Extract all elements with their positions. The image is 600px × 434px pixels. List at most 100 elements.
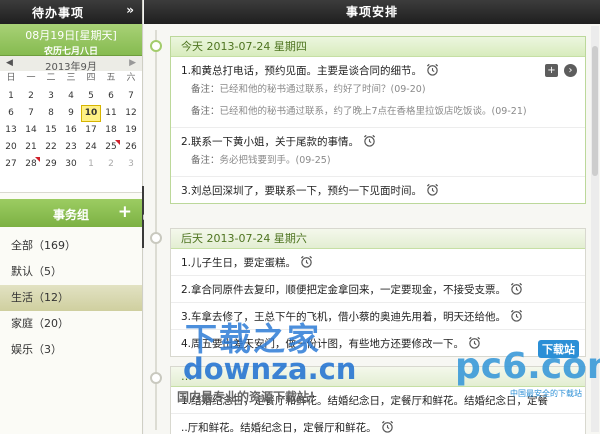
calendar-day[interactable]: 23 bbox=[61, 139, 81, 156]
weekday-label: 五 bbox=[106, 73, 116, 83]
calendar-day[interactable]: 22 bbox=[41, 139, 61, 156]
calendar-day[interactable]: 15 bbox=[41, 122, 61, 139]
calendar-day[interactable]: 4 bbox=[61, 88, 81, 105]
calendar-day[interactable]: 8 bbox=[41, 105, 61, 122]
task-line: 4.周五要出差天安门，做一份计图，有些地方还要修改一下。 bbox=[181, 336, 577, 352]
note-label: 备注： bbox=[191, 155, 220, 166]
mini-calendar: ◀ 2013年9月 ▶ 日一二三四五六 1 2 3 4 5 6 7 6 7 8 9 10 11 12 13 14… bbox=[0, 56, 142, 193]
calendar-day[interactable]: 1 bbox=[1, 88, 21, 105]
calendar-day[interactable]: 7 bbox=[21, 105, 41, 122]
group-item[interactable]: 娱乐（3） bbox=[0, 337, 142, 363]
calendar-day[interactable]: 3 bbox=[41, 88, 61, 105]
prev-month-icon[interactable]: ◀ bbox=[6, 58, 13, 68]
calendar-day[interactable]: 6 bbox=[1, 105, 21, 122]
calendar-day[interactable]: 30 bbox=[61, 156, 81, 173]
calendar-day[interactable]: 26 bbox=[121, 139, 141, 156]
alarm-clock-icon[interactable] bbox=[426, 63, 439, 76]
next-month-icon[interactable]: ▶ bbox=[129, 58, 136, 68]
task-item[interactable]: 2.拿合同原件去复印，顺便把定金拿回来，一定要现金，不接受支票。 bbox=[171, 276, 585, 303]
calendar-day[interactable]: 5 bbox=[81, 88, 101, 105]
group-item[interactable]: 默认（5） bbox=[0, 259, 142, 285]
alarm-clock-icon[interactable] bbox=[510, 309, 523, 322]
calendar-day[interactable]: 6 bbox=[101, 88, 121, 105]
group-item[interactable]: 家庭（20） bbox=[0, 311, 142, 337]
current-date-box: 08月19日[星期天] 农历七月八日 bbox=[0, 24, 142, 57]
add-group-button[interactable]: + bbox=[118, 202, 132, 222]
day-card-next: … 1.结婚纪念日，定餐厅和鲜花。结婚纪念日，定餐厅和鲜花。结婚纪念日，定餐 ..厅… bbox=[170, 366, 586, 434]
calendar-day[interactable]: 2 bbox=[101, 156, 121, 173]
calendar-day[interactable]: 29 bbox=[41, 156, 61, 173]
alarm-clock-icon[interactable] bbox=[426, 183, 439, 196]
collapse-button[interactable]: » bbox=[126, 3, 134, 17]
task-text: 1.和黄总打电话，预约见面。主要是谈合同的细节。 bbox=[181, 65, 423, 77]
calendar-day[interactable]: 13 bbox=[1, 122, 21, 139]
calendar-month-label: 2013年9月 bbox=[45, 62, 97, 73]
calendar-day[interactable]: 20 bbox=[1, 139, 21, 156]
calendar-day[interactable]: 2 bbox=[21, 88, 41, 105]
calendar-day[interactable]: 11 bbox=[101, 105, 121, 122]
calendar-day[interactable]: 16 bbox=[61, 122, 81, 139]
task-text: 1.结婚纪念日，定餐厅和鲜花。结婚纪念日，定餐厅和鲜花。结婚纪念日，定餐 bbox=[181, 395, 549, 407]
task-item[interactable]: 3.刘总回深圳了，要联系一下，预约一下见面时间。 bbox=[171, 177, 585, 203]
calendar-day[interactable]: 17 bbox=[81, 122, 101, 139]
day-card-after-tomorrow: 后天 2013-07-24 星期六 1.儿子生日，要定蛋糕。 2.拿合同原件去复印，… bbox=[170, 228, 586, 357]
task-text: 1.儿子生日，要定蛋糕。 bbox=[181, 257, 297, 269]
timeline-node bbox=[150, 40, 162, 52]
alarm-clock-icon[interactable] bbox=[363, 134, 376, 147]
group-item[interactable]: 全部（169） bbox=[0, 233, 142, 259]
task-item[interactable]: 1.结婚纪念日，定餐厅和鲜花。结婚纪念日，定餐厅和鲜花。结婚纪念日，定餐 bbox=[171, 387, 585, 414]
note-text: 已经和他的秘书通过联系，约了晚上7点在香格里拉饭店吃饭谈。(09-21) bbox=[219, 106, 527, 117]
calendar-day[interactable]: 12 bbox=[121, 105, 141, 122]
calendar-day[interactable]: 7 bbox=[121, 88, 141, 105]
task-text: 4.周五要出差天安门，做一份计图，有些地方还要修改一下。 bbox=[181, 338, 465, 350]
task-line: 2.联系一下黄小姐，关于尾款的事情。 bbox=[181, 134, 577, 150]
day-header: … bbox=[171, 367, 585, 387]
task-line: ..厅和鲜花。结婚纪念日，定餐厅和鲜花。 bbox=[181, 420, 577, 434]
calendar-day[interactable]: 21 bbox=[21, 139, 41, 156]
timeline-node bbox=[150, 372, 162, 384]
alarm-clock-icon[interactable] bbox=[468, 336, 481, 349]
add-note-icon[interactable]: + bbox=[545, 64, 558, 77]
task-text: ..厅和鲜花。结婚纪念日，定餐厅和鲜花。 bbox=[181, 422, 377, 434]
alarm-clock-icon[interactable] bbox=[381, 420, 394, 433]
task-text: 2.拿合同原件去复印，顺便把定金拿回来，一定要现金，不接受支票。 bbox=[181, 284, 507, 296]
note-label: 备注： bbox=[191, 106, 220, 117]
weekday-label: 二 bbox=[46, 73, 56, 83]
calendar-day[interactable]: 19 bbox=[121, 122, 141, 139]
task-line: 1.儿子生日，要定蛋糕。 bbox=[181, 255, 577, 271]
calendar-day[interactable]: 1 bbox=[81, 156, 101, 173]
task-text: 3.车拿去修了，王总下午的飞机，借小蔡的奥迪先用着，明天还给他。 bbox=[181, 311, 507, 323]
weekday-label: 六 bbox=[126, 73, 136, 83]
task-line: 3.刘总回深圳了，要联系一下，预约一下见面时间。 bbox=[181, 183, 577, 199]
calendar-day[interactable]: 3 bbox=[121, 156, 141, 173]
calendar-day[interactable]: 24 bbox=[81, 139, 101, 156]
calendar-day[interactable]: 9 bbox=[61, 105, 81, 122]
calendar-day[interactable]: 10 bbox=[81, 105, 101, 122]
calendar-day[interactable]: 14 bbox=[21, 122, 41, 139]
group-header: 事务组 + bbox=[0, 199, 142, 227]
alarm-clock-icon[interactable] bbox=[300, 255, 313, 268]
task-line: 1.结婚纪念日，定餐厅和鲜花。结婚纪念日，定餐厅和鲜花。结婚纪念日，定餐 bbox=[181, 393, 577, 409]
calendar-day[interactable]: 28 bbox=[21, 156, 41, 173]
task-item[interactable]: 4.周五要出差天安门，做一份计图，有些地方还要修改一下。 bbox=[171, 330, 585, 356]
lunar-date: 农历七月八日 bbox=[43, 47, 98, 57]
scroll-thumb[interactable] bbox=[592, 46, 598, 176]
weekday-label: 四 bbox=[86, 73, 96, 83]
task-item[interactable]: ..厅和鲜花。结婚纪念日，定餐厅和鲜花。 bbox=[171, 414, 585, 434]
alarm-clock-icon[interactable] bbox=[510, 282, 523, 295]
calendar-day[interactable]: 18 bbox=[101, 122, 121, 139]
task-item[interactable]: 1.儿子生日，要定蛋糕。 bbox=[171, 249, 585, 276]
calendar-day[interactable]: 27 bbox=[1, 156, 21, 173]
sidebar-title: 待办事项 bbox=[31, 6, 84, 20]
task-item[interactable]: 1.和黄总打电话，预约见面。主要是谈合同的细节。 + › 备注：已经和他的秘书通过联系… bbox=[171, 57, 585, 128]
more-options-icon[interactable]: › bbox=[564, 64, 577, 77]
task-text: 3.刘总回深圳了，要联系一下，预约一下见面时间。 bbox=[181, 185, 423, 197]
group-item[interactable]: 生活（12） bbox=[0, 285, 142, 311]
task-note: 备注：已经和他的秘书通过联系，约了晚上7点在香格里拉饭店吃饭谈。(09-21) bbox=[181, 101, 577, 123]
weekday-label: 一 bbox=[26, 73, 36, 83]
task-item[interactable]: 2.联系一下黄小姐，关于尾款的事情。 备注：务必把钱要到手。(09-25) bbox=[171, 128, 585, 177]
group-list: 全部（169） 默认（5） 生活（12） 家庭（20） 娱乐（3） bbox=[0, 227, 142, 363]
scrollbar[interactable] bbox=[591, 26, 599, 432]
calendar-day[interactable]: 25 bbox=[101, 139, 121, 156]
task-item[interactable]: 3.车拿去修了，王总下午的飞机，借小蔡的奥迪先用着，明天还给他。 bbox=[171, 303, 585, 330]
